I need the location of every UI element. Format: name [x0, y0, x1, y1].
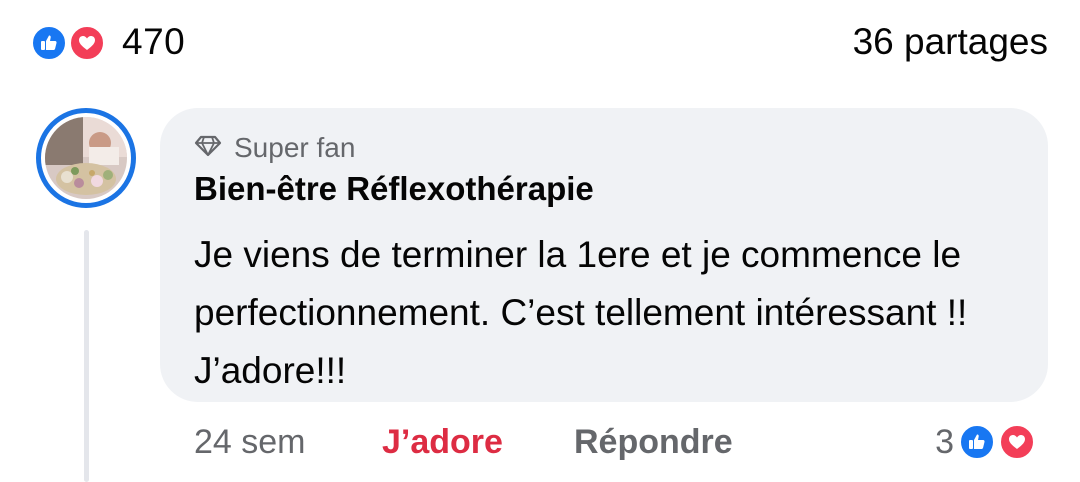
reaction-icons	[30, 18, 120, 66]
post-stats-bar: 470 36 partages	[30, 18, 1048, 66]
avatar[interactable]	[36, 108, 136, 208]
avatar-image	[45, 117, 127, 199]
thread-line	[84, 230, 89, 482]
like-icon	[30, 24, 68, 62]
comment-reaction-icons	[958, 418, 1050, 466]
comment-reaction-count: 3	[935, 422, 954, 461]
comment-text: Je viens de terminer la 1ere et je comme…	[194, 234, 968, 391]
reply-button[interactable]: Répondre	[574, 418, 733, 466]
diamond-icon	[194, 135, 222, 162]
badge-label: Super fan	[234, 132, 356, 163]
shares-count[interactable]: 36 partages	[853, 18, 1048, 66]
comment-actions: 24 sem J’adore Répondre 3	[194, 418, 1050, 466]
love-icon	[998, 423, 1036, 461]
love-button[interactable]: J’adore	[382, 418, 503, 466]
comment-reactions[interactable]: 3	[935, 418, 1050, 466]
love-icon	[68, 24, 106, 62]
like-icon	[958, 423, 996, 461]
comment-timestamp[interactable]: 24 sem	[194, 418, 306, 466]
super-fan-badge[interactable]: Super fan	[194, 128, 355, 168]
post-reaction-count[interactable]: 470	[122, 21, 185, 63]
comment-bubble: Super fan Bien-être Réflexothérapie Je v…	[160, 108, 1048, 402]
comment-author[interactable]: Bien-être Réflexothérapie	[194, 170, 594, 208]
reactions-summary[interactable]: 470	[30, 18, 185, 66]
